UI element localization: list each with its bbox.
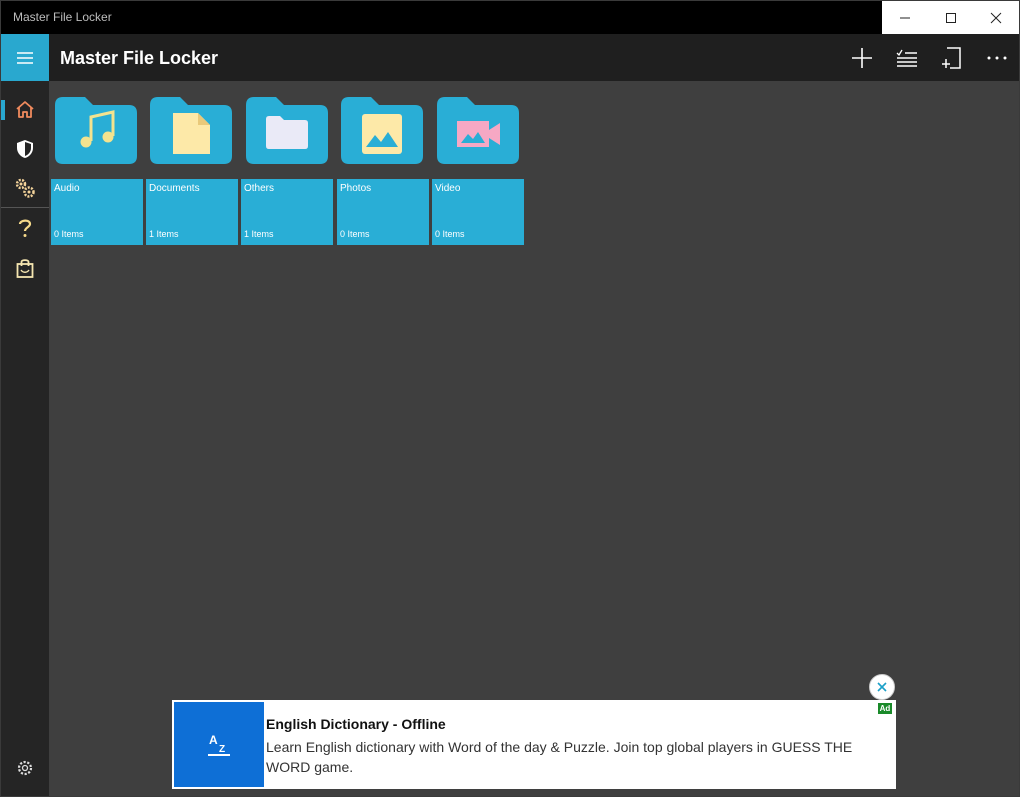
image-icon — [362, 114, 402, 154]
close-icon — [990, 12, 1002, 23]
category-name: Audio — [54, 183, 80, 194]
category-name: Photos — [340, 183, 372, 194]
close-window-button[interactable] — [973, 1, 1019, 34]
audio-folder[interactable] — [55, 97, 137, 164]
category-name: Video — [435, 183, 461, 194]
select-button[interactable] — [884, 34, 929, 81]
documents-folder[interactable] — [150, 97, 232, 164]
sidebar-item-settings[interactable] — [1, 749, 49, 787]
folder-icon — [55, 97, 137, 164]
sidebar — [1, 81, 49, 796]
svg-text:A: A — [209, 733, 218, 747]
more-icon — [987, 56, 1006, 59]
category-name: Documents — [149, 183, 200, 194]
settings-icon — [17, 760, 33, 776]
maximize-button[interactable] — [928, 1, 974, 34]
others-folder[interactable] — [246, 97, 328, 164]
category-tile-documents[interactable]: Documents 1 Items — [146, 179, 238, 245]
gears-icon — [15, 178, 35, 198]
az-dictionary-icon: A Z — [174, 702, 264, 787]
title-bar: Master File Locker — [1, 1, 1019, 34]
maximize-icon — [945, 12, 956, 23]
import-button[interactable] — [929, 34, 974, 81]
home-icon — [16, 101, 34, 118]
menu-button[interactable] — [1, 34, 49, 81]
add-document-icon — [941, 46, 961, 69]
folder-icon — [437, 97, 519, 164]
plus-icon — [851, 47, 872, 68]
sidebar-item-home[interactable] — [1, 90, 49, 128]
category-tile-photos[interactable]: Photos 0 Items — [337, 179, 429, 245]
category-count: 0 Items — [435, 229, 465, 239]
video-folder[interactable] — [437, 97, 519, 164]
add-button[interactable] — [839, 34, 884, 81]
app-bar: Master File Locker — [1, 34, 1019, 81]
category-tile-audio[interactable]: Audio 0 Items — [51, 179, 143, 245]
sidebar-divider — [1, 207, 49, 208]
ad-title: English Dictionary - Offline — [266, 716, 446, 732]
question-icon — [18, 219, 32, 237]
category-count: 1 Items — [149, 229, 179, 239]
category-tile-others[interactable]: Others 1 Items — [241, 179, 333, 245]
shopping-bag-icon — [16, 259, 34, 278]
photos-folder[interactable] — [341, 97, 423, 164]
window-title: Master File Locker — [13, 10, 112, 24]
category-count: 0 Items — [340, 229, 370, 239]
category-count: 0 Items — [54, 229, 84, 239]
ad-badge: Ad — [878, 703, 892, 714]
ad-close-button[interactable] — [869, 674, 895, 700]
app-window: Master File Locker Master File Locker Au… — [0, 0, 1020, 797]
hamburger-icon — [17, 51, 33, 64]
minimize-icon — [899, 17, 910, 18]
svg-text:Z: Z — [219, 744, 225, 755]
ad-banner[interactable]: A Z English Dictionary - Offline Learn E… — [172, 700, 896, 789]
sidebar-item-store[interactable] — [1, 249, 49, 287]
window-controls — [882, 1, 1019, 34]
category-name: Others — [244, 183, 275, 194]
category-tile-video[interactable]: Video 0 Items — [432, 179, 524, 245]
minimize-button[interactable] — [882, 1, 928, 34]
toolbar — [839, 34, 1019, 81]
folder-icon — [150, 97, 232, 164]
shield-icon — [17, 140, 33, 158]
folder-icon — [341, 97, 423, 164]
checklist-icon — [896, 49, 917, 67]
sidebar-item-security[interactable] — [1, 130, 49, 168]
close-icon — [877, 682, 887, 692]
sidebar-item-help[interactable] — [1, 209, 49, 247]
more-button[interactable] — [974, 34, 1019, 81]
folder-icon — [246, 97, 328, 164]
sidebar-item-tools[interactable] — [1, 169, 49, 207]
app-title: Master File Locker — [60, 48, 219, 68]
category-count: 1 Items — [244, 229, 274, 239]
ad-description: Learn English dictionary with Word of th… — [266, 739, 853, 775]
